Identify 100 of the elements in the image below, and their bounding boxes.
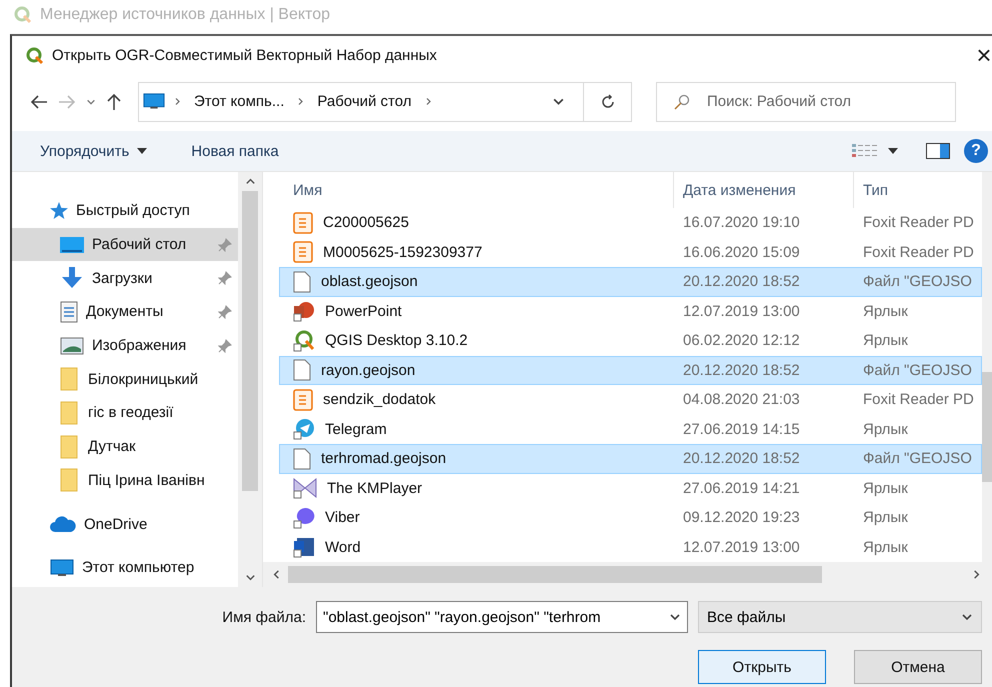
- date-cell-text: 04.08.2020 21:03: [682, 391, 801, 408]
- pin-icon: [218, 271, 232, 286]
- column-header[interactable]: Имя: [279, 172, 673, 208]
- filename-label: Имя файла:: [222, 608, 306, 626]
- column-header[interactable]: Дата изменения: [673, 172, 853, 208]
- chevron-icon: [296, 97, 306, 106]
- type-cell-text: Ярлык: [862, 538, 909, 556]
- details-view-icon: [852, 143, 878, 160]
- dialog-title: Открыть OGR-Совместимый Векторный Набор данных: [52, 47, 437, 64]
- new-folder-button[interactable]: Новая папка: [191, 142, 279, 160]
- blank-file-icon: [293, 448, 311, 470]
- right-arrow-icon: [58, 94, 76, 110]
- file-row[interactable]: terhromad.geojson 20.12.2020 18:52 Файл "GEOJSO: [279, 444, 982, 474]
- file-row[interactable]: The KMPlayer 27.06.2019 14:21 Ярлык: [279, 474, 982, 504]
- search-field[interactable]: Поиск: Рабочий стол: [656, 82, 956, 122]
- date-cell-text: 20.12.2020 18:52: [682, 450, 801, 468]
- preview-pane-button[interactable]: [926, 143, 950, 160]
- filename-field[interactable]: "oblast.geojson" "rayon.geojson" "terhrom: [316, 601, 688, 634]
- bowtie-shortcut-icon: [293, 477, 317, 500]
- document-shortcut-icon: [293, 536, 315, 558]
- sidebar-item[interactable]: Этот компьютер: [12, 550, 238, 585]
- sidebar-item[interactable]: Білокриницький: [12, 362, 238, 396]
- help-button[interactable]: ?: [964, 139, 988, 164]
- file-name: Viber: [325, 509, 360, 526]
- type-cell-text: Foxit Reader PD: [862, 244, 975, 261]
- open-button[interactable]: Открыть: [698, 650, 826, 684]
- file-row[interactable]: Telegram 27.06.2019 14:15 Ярлык: [279, 414, 982, 444]
- up-button[interactable]: [106, 92, 122, 110]
- sidebar-item[interactable]: OneDrive: [12, 507, 238, 541]
- type-cell-text: Ярлык: [862, 332, 909, 350]
- file-name: terhromad.geojson: [321, 450, 446, 468]
- file-name: Word: [325, 538, 361, 556]
- horizontal-scrollbar[interactable]: [263, 562, 992, 588]
- date-cell-text: 12.07.2019 13:00: [682, 538, 801, 556]
- file-row[interactable]: sendzik_dodatok 04.08.2020 21:03 Foxit Reader PD: [279, 385, 982, 415]
- file-name: rayon.geojson: [321, 362, 416, 379]
- file-list-scrollbar[interactable]: [982, 172, 992, 562]
- sidebar-item[interactable]: Быстрый доступ: [12, 194, 238, 228]
- blank-file-icon: [293, 270, 311, 293]
- type-cell-text: Ярлык: [862, 509, 909, 526]
- file-name: Telegram: [325, 420, 387, 438]
- date-cell-text: 27.06.2019 14:21: [682, 480, 801, 497]
- pin-icon: [218, 238, 232, 252]
- type-cell-text: Foxit Reader PD: [862, 214, 975, 232]
- file-name: The KMPlayer: [327, 480, 422, 497]
- sidebar-item[interactable]: Піц Ірина Іванівн: [12, 464, 238, 498]
- folder-icon: [60, 400, 80, 425]
- q-logo-shortcut-icon: [293, 330, 315, 352]
- file-row[interactable]: oblast.geojson 20.12.2020 18:52 Файл "GEOJSO: [279, 267, 982, 297]
- sidebar-item[interactable]: Документы: [12, 295, 238, 329]
- chevron-icon: [173, 97, 182, 106]
- file-row[interactable]: Word 12.07.2019 13:00 Ярлык: [279, 532, 982, 562]
- cancel-button[interactable]: Отмена: [854, 650, 982, 684]
- breadcrumb[interactable]: Рабочий стол: [313, 93, 416, 110]
- q-logo-icon: [26, 46, 44, 65]
- date-cell-text: 20.12.2020 18:52: [682, 362, 801, 379]
- file-row[interactable]: Viber 09.12.2020 19:23 Ярлык: [279, 503, 982, 533]
- type-cell-text: Файл "GEOJSO: [862, 362, 973, 379]
- sidebar-item[interactable]: Изображения: [12, 328, 238, 362]
- pdf-document-icon: [293, 212, 313, 234]
- type-cell-text: Файл "GEOJSO: [862, 273, 973, 290]
- file-type-dropdown[interactable]: Все файлы: [698, 601, 982, 634]
- sidebar-scrollbar[interactable]: [238, 172, 262, 588]
- file-row[interactable]: rayon.geojson 20.12.2020 18:52 Файл "GEOJSO: [279, 356, 982, 386]
- caret-icon: [137, 148, 148, 154]
- sidebar-item[interactable]: Загрузки: [12, 261, 238, 296]
- monitor-icon: [143, 93, 165, 110]
- address-bar[interactable]: Этот компь... Рабочий стол: [138, 82, 632, 122]
- left-arrow-icon: [30, 94, 48, 110]
- sidebar-item[interactable]: гіс в геодезії: [12, 396, 238, 430]
- file-name: sendzik_dodatok: [323, 391, 436, 408]
- date-cell-text: 16.07.2020 19:10: [682, 214, 801, 232]
- file-row[interactable]: M0005625-1592309377 16.06.2020 15:09 Foxit Reader PD: [279, 238, 982, 268]
- file-row[interactable]: QGIS Desktop 3.10.2 06.02.2020 12:12 Ярлык: [279, 326, 982, 356]
- breadcrumb[interactable]: Этот компь...: [190, 93, 288, 110]
- date-cell-text: 16.06.2020 15:09: [682, 244, 801, 261]
- back-button[interactable]: [30, 94, 48, 110]
- date-cell-text: 06.02.2020 12:12: [682, 332, 801, 350]
- file-name: oblast.geojson: [321, 273, 418, 290]
- sidebar-item[interactable]: Рабочий стол: [12, 228, 238, 262]
- file-name: QGIS Desktop 3.10.2: [325, 332, 468, 350]
- q-logo-icon: [14, 6, 32, 24]
- scroll-right-icon: [971, 569, 982, 580]
- chevron-icon: [424, 97, 433, 106]
- organize-button[interactable]: Упорядочить: [40, 142, 148, 160]
- refresh-icon: [600, 94, 616, 110]
- file-name: C200005625: [323, 214, 409, 232]
- document-icon: [60, 300, 78, 323]
- file-row[interactable]: C200005625 16.07.2020 19:10 Foxit Reader PD: [279, 208, 982, 238]
- view-options-button[interactable]: [852, 143, 898, 160]
- close-button[interactable]: ×: [966, 40, 992, 72]
- date-cell-text: 09.12.2020 19:23: [682, 509, 801, 526]
- pin-icon: [218, 338, 232, 353]
- file-name: PowerPoint: [325, 302, 402, 320]
- sidebar-item[interactable]: Дутчак: [12, 430, 238, 464]
- type-cell-text: Ярлык: [862, 420, 909, 438]
- cloud-icon: [50, 516, 76, 532]
- file-name: M0005625-1592309377: [323, 244, 482, 261]
- file-row[interactable]: PowerPoint 12.07.2019 13:00 Ярлык: [279, 296, 982, 326]
- pdf-document-icon: [293, 241, 313, 264]
